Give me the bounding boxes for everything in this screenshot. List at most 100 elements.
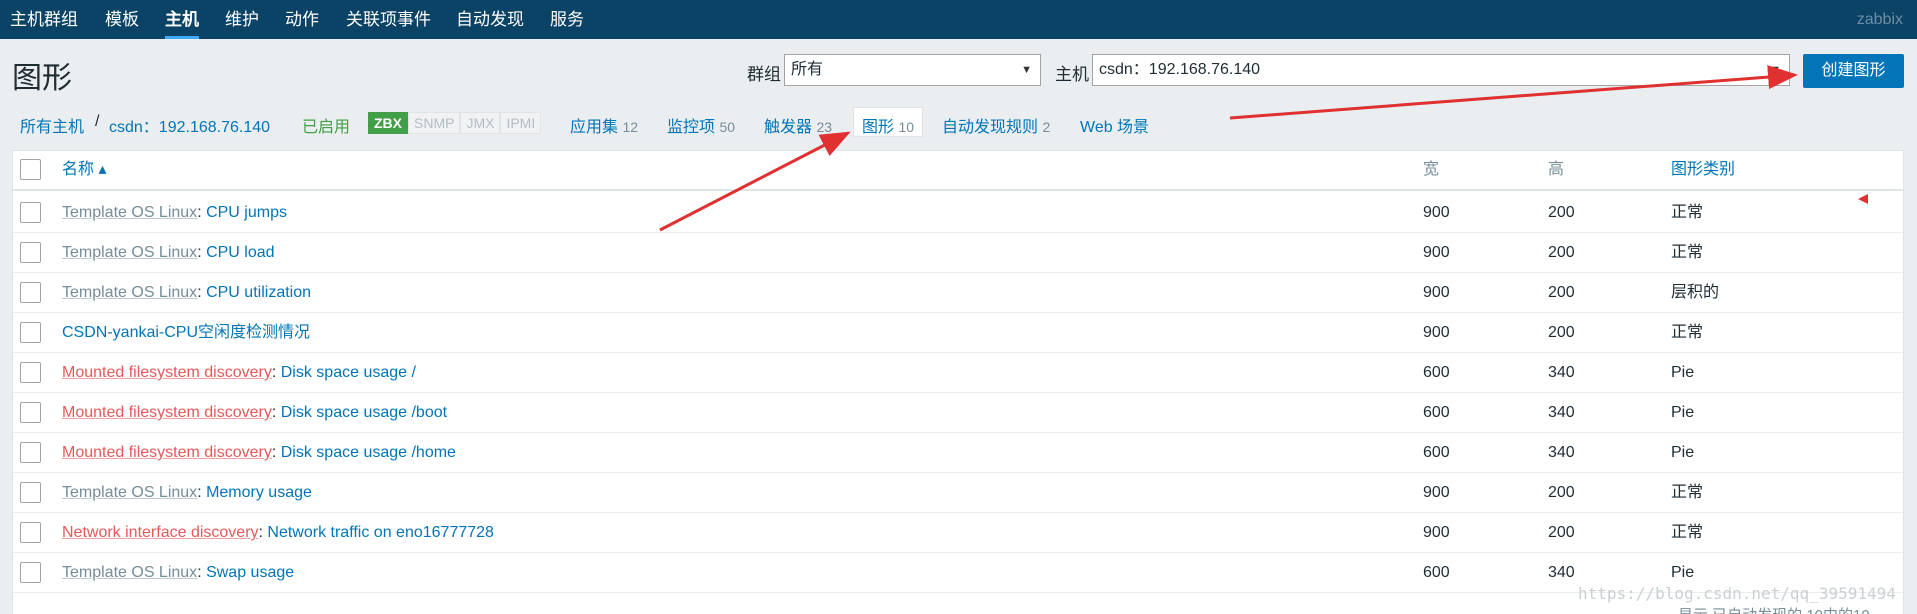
tab-items[interactable]: 监控项 50 bbox=[667, 113, 735, 137]
graph-height-cell: 200 bbox=[1548, 284, 1575, 301]
name-separator: : bbox=[197, 284, 207, 301]
graph-name-link[interactable]: CPU load bbox=[206, 244, 274, 261]
host-label: 主机 bbox=[1055, 65, 1089, 84]
tab-discovery-rules-count: 2 bbox=[1042, 119, 1051, 135]
nav-item-services[interactable]: 服务 bbox=[550, 0, 584, 39]
tab-graphs-label: 图形 bbox=[862, 119, 895, 136]
name-separator: : bbox=[197, 244, 207, 261]
row-checkbox[interactable] bbox=[20, 362, 41, 383]
graph-name-link[interactable]: Network traffic on eno16777728 bbox=[267, 524, 494, 541]
table-row: Mounted filesystem discovery: Disk space… bbox=[13, 393, 1903, 433]
row-checkbox[interactable] bbox=[20, 482, 41, 503]
name-separator: : bbox=[197, 564, 207, 581]
tag-zbx: ZBX bbox=[368, 112, 408, 134]
nav-item-hosts[interactable]: 主机 bbox=[165, 0, 199, 39]
graph-name-cell: Template OS Linux: CPU jumps bbox=[62, 193, 287, 233]
tab-applications-count: 12 bbox=[622, 119, 639, 135]
graphs-table: 名称 ▴ 宽 高 图形类别 Template OS Linux: CPU jum… bbox=[12, 150, 1904, 614]
tab-web-scenarios[interactable]: Web 场景 bbox=[1080, 113, 1149, 137]
graph-name-link[interactable]: Memory usage bbox=[206, 484, 312, 501]
tab-discovery-rules[interactable]: 自动发现规则 2 bbox=[942, 113, 1050, 137]
top-nav: 主机群组 模板 主机 维护 动作 关联项事件 自动发现 服务 zabbix bbox=[0, 0, 1917, 39]
table-row: Template OS Linux: CPU utilization 900 200… bbox=[13, 273, 1903, 313]
nav-item-discovery[interactable]: 自动发现 bbox=[456, 0, 524, 39]
discovery-rule-link[interactable]: Mounted filesystem discovery bbox=[62, 444, 272, 461]
availability-tags: ZBX SNMP JMX IPMI bbox=[368, 112, 542, 134]
tab-applications[interactable]: 应用集 12 bbox=[570, 113, 638, 137]
tag-jmx: JMX bbox=[460, 112, 501, 134]
template-link[interactable]: Template OS Linux bbox=[62, 244, 197, 261]
tab-graphs-count: 10 bbox=[898, 119, 915, 135]
select-all-checkbox[interactable] bbox=[20, 159, 41, 180]
annotation-marker-icon bbox=[1858, 194, 1868, 204]
row-checkbox[interactable] bbox=[20, 242, 41, 263]
column-header-height[interactable]: 高 bbox=[1548, 151, 1564, 189]
brand-logo: zabbix bbox=[1856, 11, 1903, 28]
breadcrumb-separator: / bbox=[95, 113, 100, 130]
template-link[interactable]: Template OS Linux bbox=[62, 484, 197, 501]
graph-name-link[interactable]: CPU utilization bbox=[206, 284, 311, 301]
group-select[interactable]: 所有 ▼ bbox=[784, 54, 1041, 86]
graph-name-cell: Template OS Linux: CPU load bbox=[62, 233, 275, 273]
graph-type-cell: Pie bbox=[1671, 444, 1695, 461]
graph-height-cell: 340 bbox=[1548, 444, 1575, 461]
nav-item-host-groups[interactable]: 主机群组 bbox=[10, 0, 78, 39]
graph-width-cell: 900 bbox=[1423, 524, 1450, 541]
host-select[interactable]: csdn：192.168.76.140 ▼ bbox=[1092, 54, 1790, 86]
graph-name-link[interactable]: Disk space usage / bbox=[281, 364, 416, 381]
row-checkbox[interactable] bbox=[20, 322, 41, 343]
column-header-graph-type[interactable]: 图形类别 bbox=[1671, 151, 1735, 189]
discovery-rule-link[interactable]: Mounted filesystem discovery bbox=[62, 364, 272, 381]
row-checkbox[interactable] bbox=[20, 562, 41, 583]
watermark: https://blog.csdn.net/qq_39591494 bbox=[1578, 584, 1896, 603]
graph-name-link[interactable]: Disk space usage /boot bbox=[281, 404, 447, 421]
chevron-down-icon: ▼ bbox=[1770, 64, 1781, 76]
tab-items-count: 50 bbox=[719, 119, 736, 135]
graph-name-link[interactable]: CSDN-yankai-CPU空闲度检测情况 bbox=[62, 324, 310, 341]
column-header-name[interactable]: 名称 ▴ bbox=[62, 151, 106, 189]
breadcrumb-host[interactable]: csdn：192.168.76.140 bbox=[109, 113, 270, 137]
row-checkbox[interactable] bbox=[20, 402, 41, 423]
tab-applications-label: 应用集 bbox=[570, 119, 619, 136]
discovery-rule-link[interactable]: Mounted filesystem discovery bbox=[62, 404, 272, 421]
tag-ipmi: IPMI bbox=[500, 112, 542, 134]
graph-height-cell: 200 bbox=[1548, 244, 1575, 261]
template-link[interactable]: Template OS Linux bbox=[62, 204, 197, 221]
table-row: Network interface discovery: Network tra… bbox=[13, 513, 1903, 553]
nav-item-templates[interactable]: 模板 bbox=[105, 0, 139, 39]
tab-items-label: 监控项 bbox=[667, 119, 716, 136]
graph-name-link[interactable]: CPU jumps bbox=[206, 204, 287, 221]
discovery-rule-link[interactable]: Network interface discovery bbox=[62, 524, 259, 541]
nav-item-event-correlation[interactable]: 关联项事件 bbox=[346, 0, 431, 39]
row-checkbox[interactable] bbox=[20, 282, 41, 303]
graph-name-link[interactable]: Swap usage bbox=[206, 564, 294, 581]
row-checkbox[interactable] bbox=[20, 202, 41, 223]
tab-web-scenarios-label: Web 场景 bbox=[1080, 119, 1150, 136]
chevron-down-icon: ▼ bbox=[1021, 64, 1032, 76]
graph-height-cell: 200 bbox=[1548, 484, 1575, 501]
tab-graphs[interactable]: 图形 10 bbox=[862, 113, 914, 137]
footer-count-text: 显示 已自动发现的 10中的10 bbox=[1678, 604, 1870, 614]
tab-triggers[interactable]: 触发器 23 bbox=[764, 113, 832, 137]
graph-name-link[interactable]: Disk space usage /home bbox=[281, 444, 456, 461]
host-status-badge[interactable]: 已启用 bbox=[302, 113, 350, 137]
graph-type-cell: 层积的 bbox=[1671, 284, 1720, 301]
template-link[interactable]: Template OS Linux bbox=[62, 284, 197, 301]
graph-name-cell: Network interface discovery: Network tra… bbox=[62, 513, 494, 553]
graph-width-cell: 900 bbox=[1423, 284, 1450, 301]
group-select-value: 所有 bbox=[791, 61, 824, 78]
row-checkbox[interactable] bbox=[20, 442, 41, 463]
tag-snmp: SNMP bbox=[408, 112, 461, 134]
nav-item-maintenance[interactable]: 维护 bbox=[225, 0, 259, 39]
create-graph-button[interactable]: 创建图形 bbox=[1803, 54, 1904, 88]
nav-item-actions[interactable]: 动作 bbox=[285, 0, 319, 39]
graph-name-cell: Mounted filesystem discovery: Disk space… bbox=[62, 353, 416, 393]
graph-width-cell: 600 bbox=[1423, 404, 1450, 421]
template-link[interactable]: Template OS Linux bbox=[62, 564, 197, 581]
breadcrumb-all-hosts[interactable]: 所有主机 bbox=[20, 113, 84, 137]
host-select-value: csdn：192.168.76.140 bbox=[1099, 61, 1261, 78]
graph-name-cell: Mounted filesystem discovery: Disk space… bbox=[62, 393, 447, 433]
name-separator: : bbox=[271, 444, 281, 461]
column-header-width[interactable]: 宽 bbox=[1423, 151, 1439, 189]
row-checkbox[interactable] bbox=[20, 522, 41, 543]
